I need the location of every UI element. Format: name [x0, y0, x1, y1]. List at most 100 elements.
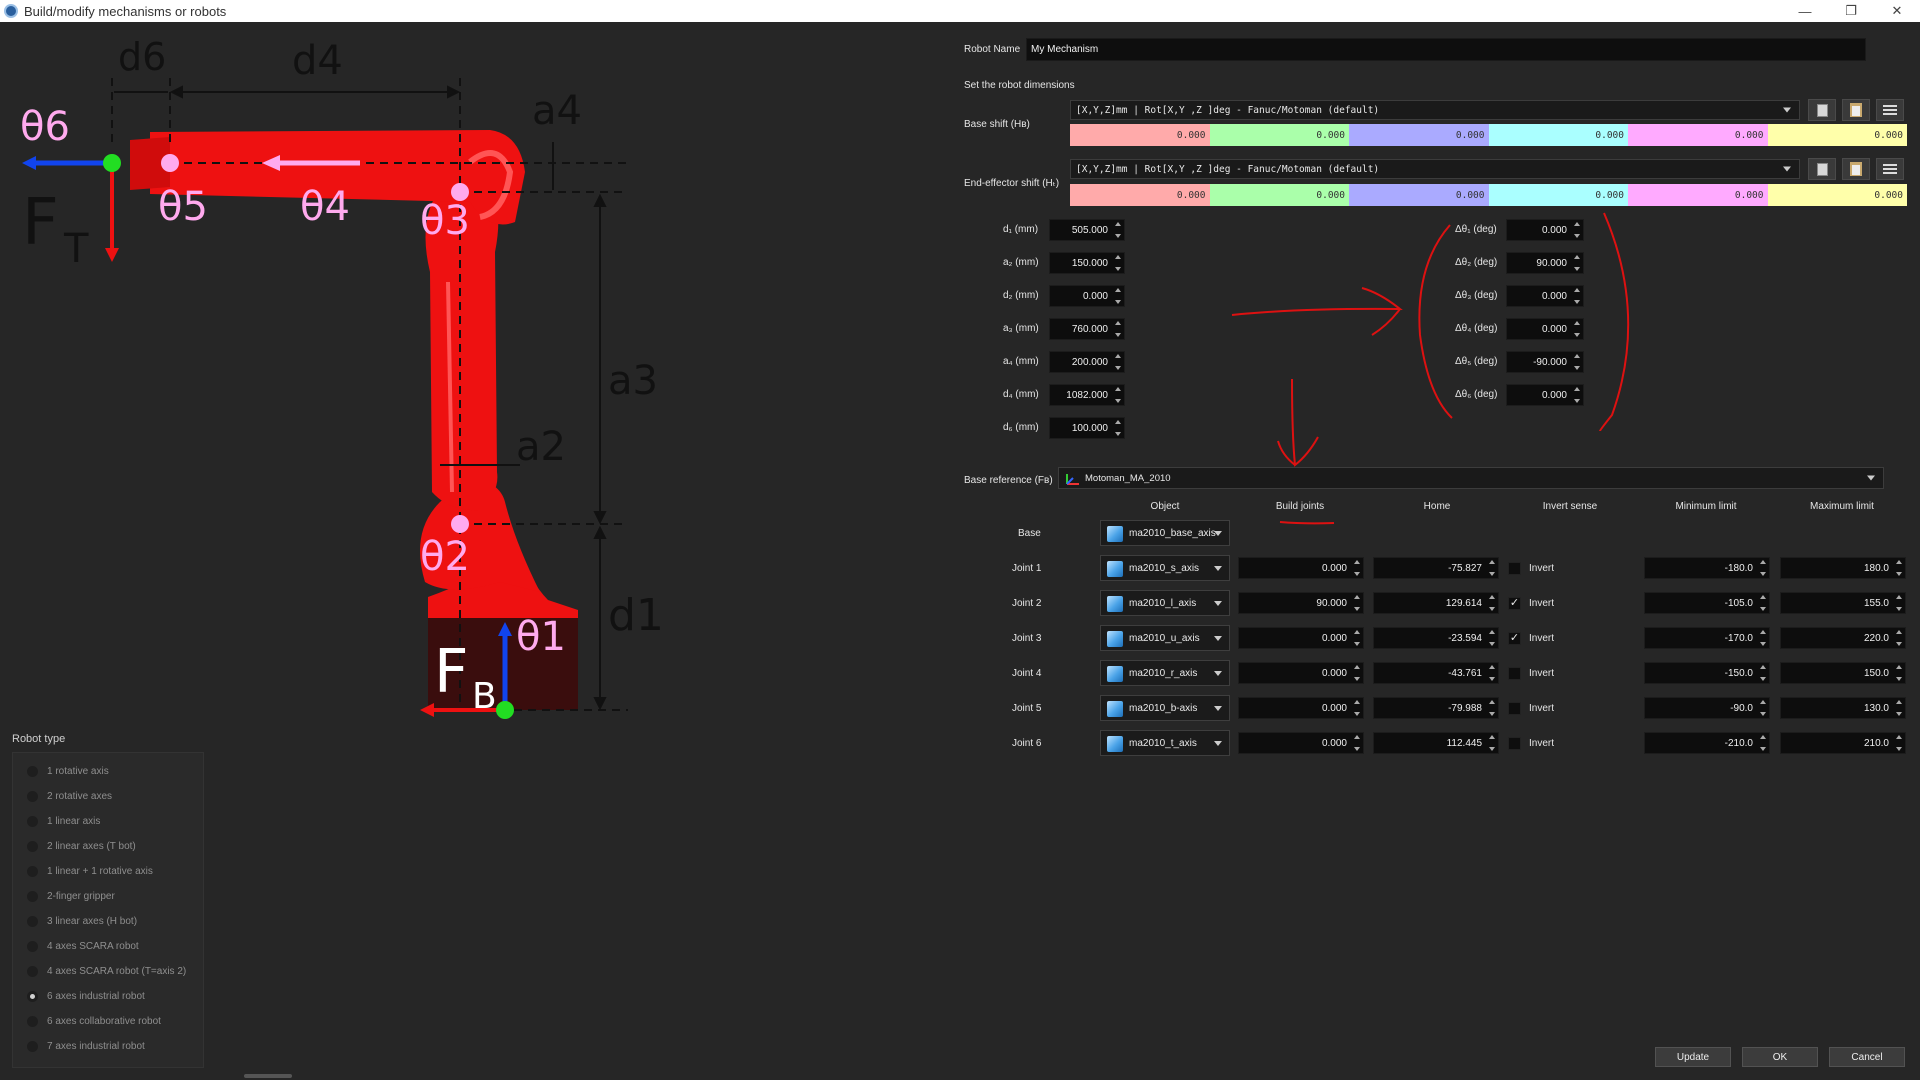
- base-shift-cell[interactable]: 0.000: [1070, 124, 1210, 146]
- dimension-spinbox[interactable]: 0.000: [1049, 285, 1125, 307]
- home-spinbox[interactable]: -75.827: [1373, 557, 1499, 579]
- invert-checkbox[interactable]: ✓: [1508, 632, 1521, 645]
- spin-arrows-icon[interactable]: [1894, 630, 1903, 646]
- spin-arrows-icon[interactable]: [1113, 420, 1122, 436]
- radio-button[interactable]: [27, 866, 38, 877]
- ok-button[interactable]: OK: [1742, 1047, 1818, 1067]
- home-spinbox[interactable]: 112.445: [1373, 732, 1499, 754]
- base-shift-menu-button[interactable]: [1876, 99, 1904, 121]
- invert-checkbox[interactable]: [1508, 737, 1521, 750]
- minimum-limit-spinbox[interactable]: -180.0: [1644, 557, 1770, 579]
- tool-shift-cell[interactable]: 0.000: [1628, 184, 1768, 206]
- spin-arrows-icon[interactable]: [1487, 595, 1496, 611]
- spin-arrows-icon[interactable]: [1894, 735, 1903, 751]
- spin-arrows-icon[interactable]: [1352, 595, 1361, 611]
- build-joint-spinbox[interactable]: 0.000: [1238, 732, 1364, 754]
- spin-arrows-icon[interactable]: [1113, 222, 1122, 238]
- maximum-limit-spinbox[interactable]: 130.0: [1780, 697, 1906, 719]
- tool-shift-cell[interactable]: 0.000: [1488, 184, 1628, 206]
- spin-arrows-icon[interactable]: [1758, 595, 1767, 611]
- build-joint-spinbox[interactable]: 0.000: [1238, 662, 1364, 684]
- spin-arrows-icon[interactable]: [1113, 387, 1122, 403]
- spin-arrows-icon[interactable]: [1352, 700, 1361, 716]
- home-spinbox[interactable]: 129.614: [1373, 592, 1499, 614]
- dimension-spinbox[interactable]: 200.000: [1049, 351, 1125, 373]
- spin-arrows-icon[interactable]: [1352, 560, 1361, 576]
- robot-type-option[interactable]: 1 linear axis: [13, 809, 203, 834]
- maximum-limit-spinbox[interactable]: 210.0: [1780, 732, 1906, 754]
- tool-shift-copy-button[interactable]: [1808, 158, 1836, 180]
- build-joint-spinbox[interactable]: 90.000: [1238, 592, 1364, 614]
- maximum-limit-spinbox[interactable]: 150.0: [1780, 662, 1906, 684]
- spin-arrows-icon[interactable]: [1487, 665, 1496, 681]
- tool-shift-cell[interactable]: 0.000: [1209, 184, 1349, 206]
- robot-name-field[interactable]: My Mechanism: [1026, 38, 1866, 61]
- base-shift-format-select[interactable]: [X,Y,Z]mm | Rot[X,Y ,Z ]deg - Fanuc/Moto…: [1070, 100, 1800, 120]
- radio-button[interactable]: [27, 1016, 38, 1027]
- robot-type-option[interactable]: 2 rotative axes: [13, 784, 203, 809]
- invert-checkbox[interactable]: ✓: [1508, 597, 1521, 610]
- minimize-button[interactable]: —: [1782, 0, 1828, 22]
- robot-type-option[interactable]: 7 axes industrial robot: [13, 1034, 203, 1059]
- base-shift-cell[interactable]: 0.000: [1209, 124, 1349, 146]
- invert-checkbox[interactable]: [1508, 562, 1521, 575]
- robot-type-option[interactable]: 6 axes collaborative robot: [13, 1009, 203, 1034]
- maximum-limit-spinbox[interactable]: 220.0: [1780, 627, 1906, 649]
- invert-checkbox[interactable]: [1508, 702, 1521, 715]
- robot-type-option[interactable]: 4 axes SCARA robot (T=axis 2): [13, 959, 203, 984]
- dimension-spinbox[interactable]: 150.000: [1049, 252, 1125, 274]
- radio-button[interactable]: [27, 841, 38, 852]
- tool-shift-cell[interactable]: 0.000: [1349, 184, 1489, 206]
- cancel-button[interactable]: Cancel: [1829, 1047, 1905, 1067]
- joint-object-select[interactable]: ma2010_u_axis: [1100, 625, 1230, 651]
- robot-type-option[interactable]: 3 linear axes (H bot): [13, 909, 203, 934]
- joint-object-select[interactable]: ma2010_l_axis: [1100, 590, 1230, 616]
- spin-arrows-icon[interactable]: [1352, 630, 1361, 646]
- maximum-limit-spinbox[interactable]: 155.0: [1780, 592, 1906, 614]
- radio-button[interactable]: [27, 766, 38, 777]
- dimension-spinbox[interactable]: 505.000: [1049, 219, 1125, 241]
- spin-arrows-icon[interactable]: [1487, 560, 1496, 576]
- maximum-limit-spinbox[interactable]: 180.0: [1780, 557, 1906, 579]
- spin-arrows-icon[interactable]: [1894, 665, 1903, 681]
- joint-object-select[interactable]: ma2010_t_axis: [1100, 730, 1230, 756]
- close-button[interactable]: ✕: [1874, 0, 1920, 22]
- update-button[interactable]: Update: [1655, 1047, 1731, 1067]
- robot-type-option[interactable]: 1 rotative axis: [13, 759, 203, 784]
- radio-button[interactable]: [27, 966, 38, 977]
- dimension-spinbox[interactable]: 100.000: [1049, 417, 1125, 439]
- base-shift-paste-button[interactable]: [1842, 99, 1870, 121]
- spin-arrows-icon[interactable]: [1113, 288, 1122, 304]
- home-spinbox[interactable]: -43.761: [1373, 662, 1499, 684]
- spin-arrows-icon[interactable]: [1352, 665, 1361, 681]
- build-joint-spinbox[interactable]: 0.000: [1238, 697, 1364, 719]
- spin-arrows-icon[interactable]: [1894, 595, 1903, 611]
- robot-type-option[interactable]: 2-finger gripper: [13, 884, 203, 909]
- base-shift-cell[interactable]: 0.000: [1628, 124, 1768, 146]
- spin-arrows-icon[interactable]: [1758, 560, 1767, 576]
- tool-shift-menu-button[interactable]: [1876, 158, 1904, 180]
- minimum-limit-spinbox[interactable]: -90.0: [1644, 697, 1770, 719]
- tool-shift-paste-button[interactable]: [1842, 158, 1870, 180]
- minimum-limit-spinbox[interactable]: -105.0: [1644, 592, 1770, 614]
- base-shift-copy-button[interactable]: [1808, 99, 1836, 121]
- spin-arrows-icon[interactable]: [1113, 354, 1122, 370]
- spin-arrows-icon[interactable]: [1894, 700, 1903, 716]
- radio-button[interactable]: [27, 941, 38, 952]
- radio-button[interactable]: [27, 816, 38, 827]
- build-joint-spinbox[interactable]: 0.000: [1238, 557, 1364, 579]
- radio-button[interactable]: [27, 1041, 38, 1052]
- dimension-spinbox[interactable]: 1082.000: [1049, 384, 1125, 406]
- spin-arrows-icon[interactable]: [1894, 560, 1903, 576]
- joint-object-select[interactable]: ma2010_r_axis: [1100, 660, 1230, 686]
- radio-button[interactable]: [27, 916, 38, 927]
- spin-arrows-icon[interactable]: [1113, 255, 1122, 271]
- joint-object-select[interactable]: ma2010_b-axis: [1100, 695, 1230, 721]
- spin-arrows-icon[interactable]: [1487, 735, 1496, 751]
- build-joint-spinbox[interactable]: 0.000: [1238, 627, 1364, 649]
- invert-checkbox[interactable]: [1508, 667, 1521, 680]
- robot-type-option[interactable]: 1 linear + 1 rotative axis: [13, 859, 203, 884]
- joint-object-select[interactable]: ma2010_s_axis: [1100, 555, 1230, 581]
- radio-button[interactable]: [27, 791, 38, 802]
- minimum-limit-spinbox[interactable]: -150.0: [1644, 662, 1770, 684]
